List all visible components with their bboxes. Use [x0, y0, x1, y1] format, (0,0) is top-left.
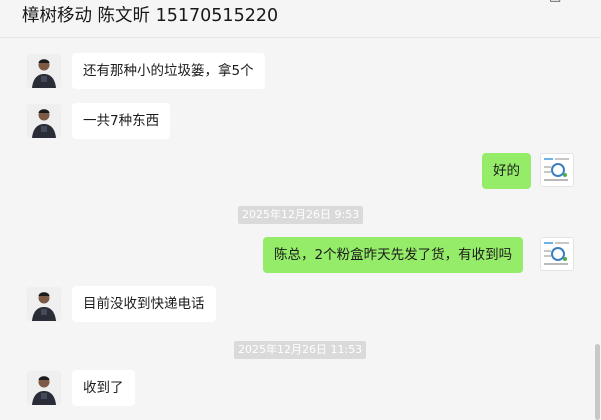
message-bubble[interactable]: 还有那种小的垃圾篓，拿5个 — [72, 53, 265, 89]
minimize-icon[interactable]: − — [517, 0, 528, 4]
contact-avatar[interactable] — [27, 54, 61, 88]
self-avatar[interactable] — [540, 153, 574, 187]
message-bubble[interactable]: 目前没收到快递电话 — [72, 286, 216, 322]
chat-title: 樟树移动 陈文昕 15170515220 — [22, 6, 279, 26]
self-avatar[interactable] — [540, 237, 574, 271]
contact-avatar[interactable] — [27, 104, 61, 138]
contact-avatar[interactable] — [27, 371, 61, 405]
message-bubble[interactable]: 收到了 — [72, 370, 135, 406]
scrollbar[interactable] — [595, 344, 600, 420]
message-list[interactable]: 还有那种小的垃圾篓，拿5个 一共7种东西 好的 2025年12月26日 9:53… — [0, 38, 601, 420]
chat-header: 樟树移动 陈文昕 15170515220 ⊥ − □ × — [0, 0, 601, 38]
close-icon[interactable]: × — [580, 0, 591, 4]
contact-avatar[interactable] — [27, 287, 61, 321]
message-bubble[interactable]: 好的 — [482, 153, 531, 189]
message-bubble[interactable]: 陈总，2个粉盒昨天先发了货，有收到吗 — [263, 237, 524, 273]
message-bubble[interactable]: 一共7种东西 — [72, 103, 171, 139]
timestamp-label: 2025年12月26日 11:53 — [234, 341, 367, 359]
maximize-icon[interactable]: □ — [549, 0, 561, 4]
timestamp-label: 2025年12月26日 9:53 — [238, 206, 364, 224]
pin-icon[interactable]: ⊥ — [483, 0, 494, 4]
